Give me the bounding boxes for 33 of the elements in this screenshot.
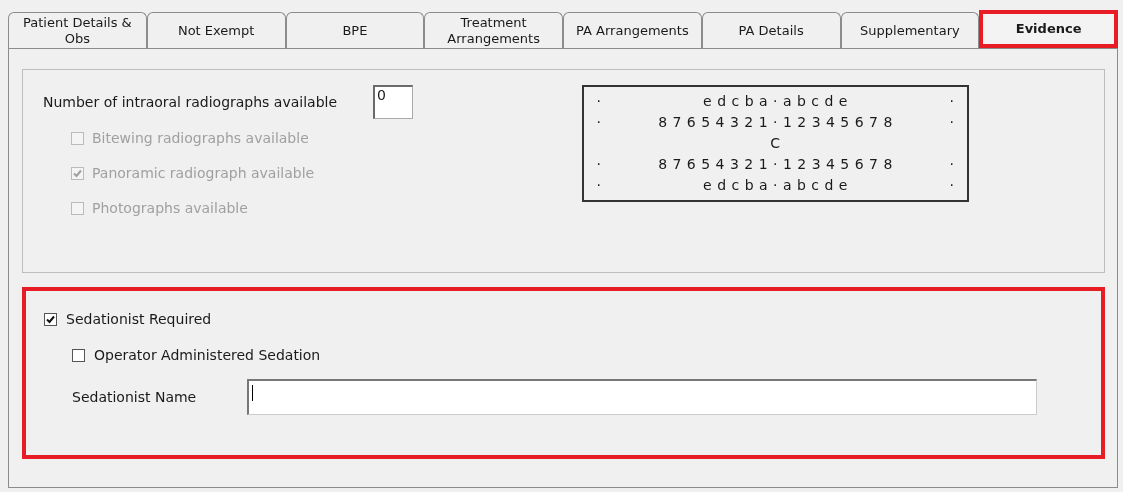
tab[interactable]: Patient Details & Obs xyxy=(8,12,147,48)
checkbox-label: Operator Administered Sedation xyxy=(94,347,321,363)
chart-dot: · xyxy=(948,92,956,111)
tab[interactable]: PA Arrangements xyxy=(563,12,702,48)
chart-row-text: e d c b a · a b c d e xyxy=(702,92,849,111)
chart-dot: · xyxy=(595,155,603,174)
checkbox[interactable] xyxy=(44,312,57,326)
tab[interactable]: Supplementary xyxy=(840,12,980,48)
tab[interactable]: Not Exempt xyxy=(146,12,286,48)
chart-dot: · xyxy=(595,176,603,195)
tab[interactable]: Evidence xyxy=(979,10,1118,48)
chart-dot: · xyxy=(948,155,956,174)
field-label: Sedationist Name xyxy=(72,389,198,405)
chart-row-text: 8 7 6 5 4 3 2 1 · 1 2 3 4 5 6 7 8 xyxy=(657,155,894,174)
checkbox[interactable] xyxy=(72,348,85,362)
checkbox-label: Photographs available xyxy=(92,200,248,216)
name-field[interactable] xyxy=(247,379,1037,415)
checkbox-label: Sedationist Required xyxy=(66,311,212,327)
chart-dot: · xyxy=(948,113,956,132)
tab[interactable]: Treatment Arrangements xyxy=(424,12,563,48)
text-cursor xyxy=(252,385,253,401)
checkbox-label: Bitewing radiographs available xyxy=(92,130,309,146)
chart-row-text: e d c b a · a b c d e xyxy=(702,176,849,195)
number-field[interactable]: 0 xyxy=(373,85,414,119)
chart-row-text: 8 7 6 5 4 3 2 1 · 1 2 3 4 5 6 7 8 xyxy=(657,113,894,132)
chart-dot: · xyxy=(595,113,603,132)
chart-row-text: C xyxy=(769,134,782,153)
chart-dot: · xyxy=(948,176,956,195)
field-label: Number of intraoral radiographs available xyxy=(43,94,338,110)
checkbox-label: Panoramic radiograph available xyxy=(92,165,315,181)
tab[interactable]: PA Details xyxy=(701,12,841,48)
chart-dot: · xyxy=(595,92,603,111)
tab[interactable]: BPE xyxy=(285,12,425,48)
